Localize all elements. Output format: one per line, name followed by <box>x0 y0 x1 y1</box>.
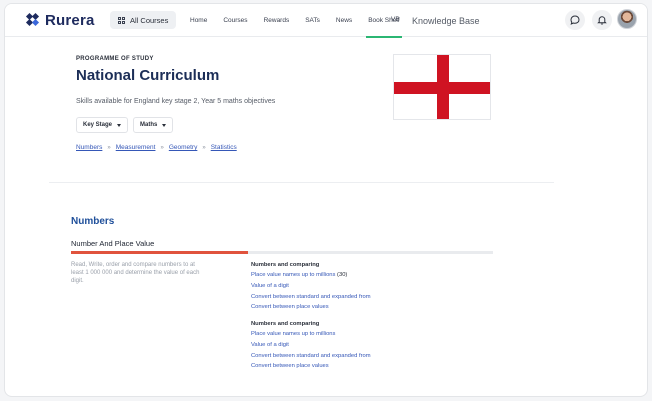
logo-text: Rurera <box>45 12 95 29</box>
all-courses-label: All Courses <box>130 15 169 25</box>
nav-item-sats[interactable]: SATs <box>305 4 320 37</box>
all-courses-button[interactable]: All Courses <box>110 11 177 29</box>
topic-progress-fill <box>71 251 249 254</box>
skill-link[interactable]: Convert between standard and expanded fr… <box>251 353 371 359</box>
nav-item-news[interactable]: News <box>336 4 352 37</box>
link-statistics[interactable]: Statistics <box>211 144 237 151</box>
chevron-down-icon <box>162 123 167 127</box>
eyebrow-label: PROGRAMME OF STUDY <box>76 56 154 62</box>
nav-suffix: VB <box>391 16 400 23</box>
topic-progress-bar <box>71 251 493 254</box>
key-stage-label: Key Stage <box>83 122 113 128</box>
top-navigation-bar: Rurera All Courses Home Courses Rewards … <box>5 4 647 38</box>
chat-button[interactable] <box>565 10 585 30</box>
subject-dropdown[interactable]: Maths <box>133 117 174 133</box>
key-stage-dropdown[interactable]: Key Stage <box>76 117 129 133</box>
main-nav: Home Courses Rewards SATs News Book Shel… <box>190 4 416 38</box>
page-title: National Curriculum <box>76 67 220 84</box>
knowledge-base-link[interactable]: Knowledge Base <box>412 16 480 26</box>
skill-link[interactable]: Value of a digit <box>251 342 371 348</box>
chevron-down-icon <box>117 123 122 127</box>
separator: » <box>160 144 164 151</box>
topic-title: Number And Place Value <box>71 239 155 248</box>
app-window: Rurera All Courses Home Courses Rewards … <box>4 3 648 397</box>
notifications-button[interactable] <box>592 10 612 30</box>
skill-link[interactable]: Convert between standard and expanded fr… <box>251 294 371 300</box>
separator: » <box>107 144 111 151</box>
skill-link[interactable]: Value of a digit <box>251 283 371 289</box>
nav-item-courses[interactable]: Courses <box>223 4 247 37</box>
bell-icon <box>597 16 607 25</box>
skill-group-1: Numbers and comparing Place value names … <box>251 262 371 315</box>
nav-item-rewards[interactable]: Rewards <box>264 4 290 37</box>
england-flag-image <box>393 54 491 120</box>
logo[interactable]: Rurera <box>25 12 95 29</box>
skill-group-heading: Numbers and comparing <box>251 321 320 327</box>
link-measurement[interactable]: Measurement <box>116 144 156 151</box>
section-title: Numbers <box>71 216 115 227</box>
rurera-logo-icon <box>25 12 41 28</box>
nav-item-home[interactable]: Home <box>190 4 207 37</box>
page-subtitle: Skills available for England key stage 2… <box>76 98 276 105</box>
skill-group-heading: Numbers and comparing <box>251 262 320 268</box>
separator: » <box>202 144 206 151</box>
user-avatar[interactable] <box>617 9 637 29</box>
skill-link[interactable]: Place value names up to millions <box>251 331 371 337</box>
grid-icon <box>118 16 125 24</box>
subject-label: Maths <box>140 122 158 128</box>
skill-link[interactable]: Convert between place values <box>251 363 371 369</box>
link-numbers[interactable]: Numbers <box>76 144 102 151</box>
chat-icon <box>570 15 580 25</box>
skill-group-2: Numbers and comparing Place value names … <box>251 321 371 374</box>
section-divider <box>49 182 554 183</box>
topic-description: Read, Write, order and compare numbers t… <box>71 262 200 284</box>
skill-link[interactable]: Convert between place values <box>251 304 371 310</box>
skill-link[interactable]: Place value names up to millions (30) <box>251 272 371 278</box>
topic-links: Numbers » Measurement » Geometry » Stati… <box>76 144 237 151</box>
skill-count: (30) <box>337 272 348 278</box>
link-geometry[interactable]: Geometry <box>169 144 198 151</box>
